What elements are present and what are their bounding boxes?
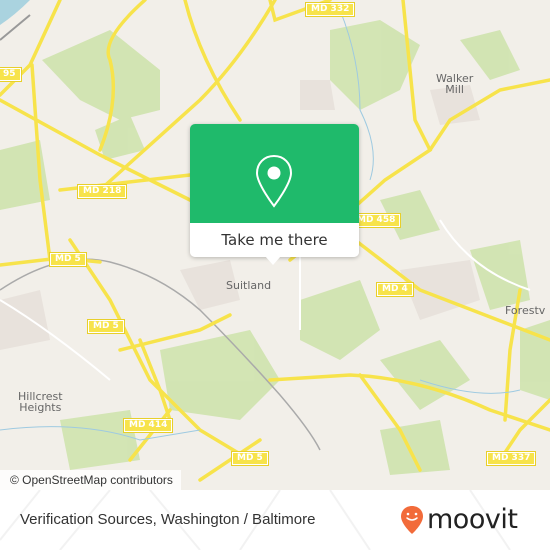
popup-pointer — [265, 256, 281, 265]
popup-header — [190, 124, 359, 223]
location-popup: Take me there — [190, 124, 359, 265]
moovit-smile-pin-icon — [401, 506, 423, 534]
location-title: Verification Sources, Washington / Balti… — [20, 511, 316, 528]
page: MD 332 95 MD 218 MD 458 MD 5 MD 5 MD 4 M… — [0, 0, 550, 550]
map-attribution[interactable]: © OpenStreetMap contributors — [0, 470, 181, 490]
take-me-there-button[interactable]: Take me there — [190, 223, 359, 257]
moovit-logo[interactable]: moovit — [400, 504, 518, 536]
route-shield-md458: MD 458 — [350, 213, 402, 228]
take-me-there-label: Take me there — [221, 231, 328, 249]
route-shield-md4: MD 4 — [376, 282, 414, 297]
place-label-walker-mill: Walker Mill — [436, 72, 474, 96]
place-label-forestville: Forestv — [505, 304, 546, 317]
footer: Verification Sources, Washington / Balti… — [0, 490, 550, 550]
route-shield-md337: MD 337 — [485, 451, 537, 466]
route-shield-md414: MD 414 — [122, 418, 174, 433]
route-shield-md332: MD 332 — [304, 2, 356, 17]
route-shield-md218: MD 218 — [76, 184, 128, 199]
route-shield-i295: 95 — [0, 67, 22, 82]
map-pin-icon — [255, 154, 293, 208]
map[interactable]: MD 332 95 MD 218 MD 458 MD 5 MD 5 MD 4 M… — [0, 0, 550, 490]
route-shield-md5: MD 5 — [87, 319, 125, 334]
place-label-hillcrest-heights: Hillcrest Heights — [18, 390, 63, 414]
place-label-suitland: Suitland — [226, 279, 272, 292]
moovit-logo-text: moovit — [427, 504, 518, 535]
route-shield-md5: MD 5 — [231, 451, 269, 466]
route-shield-md5: MD 5 — [49, 252, 87, 267]
